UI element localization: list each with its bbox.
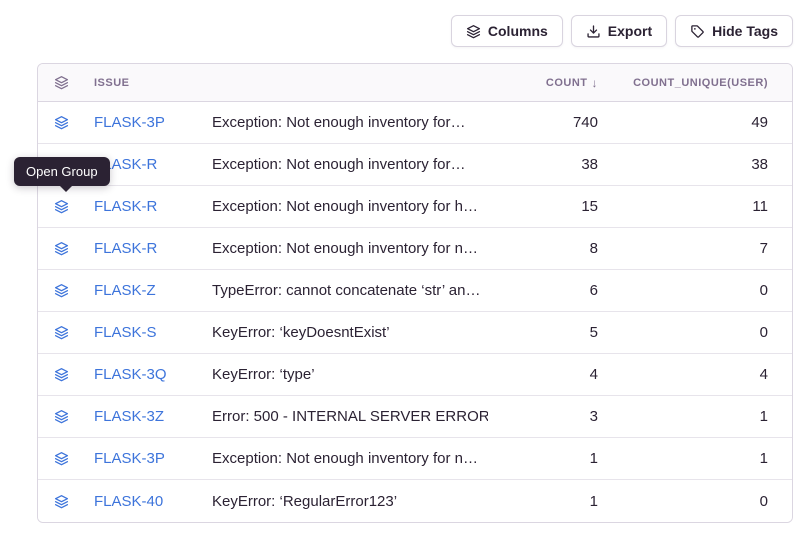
issue-description: Exception: Not enough inventory for h… <box>212 198 488 215</box>
table-row: FLASK-3P Exception: Not enough inventory… <box>38 102 792 144</box>
count-unique-column-header[interactable]: COUNT_UNIQUE(USER) <box>598 77 768 89</box>
hide-tags-button[interactable]: Hide Tags <box>675 15 793 47</box>
issue-description: Exception: Not enough inventory for n… <box>212 450 488 467</box>
table-body: FLASK-3P Exception: Not enough inventory… <box>38 102 792 522</box>
issue-link[interactable]: FLASK-Z <box>94 282 212 299</box>
export-button[interactable]: Export <box>571 15 667 47</box>
issue-icon-cell <box>54 115 94 130</box>
count-value: 8 <box>488 240 598 257</box>
open-group-tooltip: Open Group <box>14 157 110 186</box>
table-row: FLASK-3P Exception: Not enough inventory… <box>38 438 792 480</box>
issues-table-page: Columns Export Hide Tags ISSUE COU <box>0 0 807 523</box>
layers-icon[interactable] <box>54 451 69 466</box>
count-value: 1 <box>488 450 598 467</box>
table-row: FLASK-R Exception: Not enough inventory … <box>38 144 792 186</box>
layers-icon[interactable] <box>54 325 69 340</box>
issue-link[interactable]: FLASK-3P <box>94 450 212 467</box>
table-row: FLASK-S KeyError: ‘keyDoesntExist’ 5 0 <box>38 312 792 354</box>
tooltip-label: Open Group <box>26 164 98 179</box>
issue-link[interactable]: FLASK-R <box>94 156 212 173</box>
issue-icon-cell <box>54 494 94 509</box>
issue-icon-cell <box>54 451 94 466</box>
layers-icon <box>54 75 69 90</box>
columns-button[interactable]: Columns <box>451 15 563 47</box>
issue-description: KeyError: ‘keyDoesntExist’ <box>212 324 488 341</box>
issue-description: TypeError: cannot concatenate ‘str’ an… <box>212 282 488 299</box>
count-value: 1 <box>488 493 598 510</box>
issue-description: Exception: Not enough inventory for… <box>212 156 488 173</box>
count-unique-value: 0 <box>598 324 768 341</box>
hide-tags-button-label: Hide Tags <box>712 23 778 39</box>
count-unique-value: 0 <box>598 282 768 299</box>
count-unique-value: 4 <box>598 366 768 383</box>
table-row: FLASK-3Z Error: 500 - INTERNAL SERVER ER… <box>38 396 792 438</box>
count-value: 4 <box>488 366 598 383</box>
issue-link[interactable]: FLASK-S <box>94 324 212 341</box>
table-row: FLASK-Z TypeError: cannot concatenate ‘s… <box>38 270 792 312</box>
issue-link[interactable]: FLASK-3Q <box>94 366 212 383</box>
download-icon <box>586 24 601 39</box>
layers-icon[interactable] <box>54 283 69 298</box>
table-row: FLASK-R Exception: Not enough inventory … <box>38 186 792 228</box>
count-value: 3 <box>488 408 598 425</box>
layers-icon[interactable] <box>54 409 69 424</box>
issue-icon-cell <box>54 325 94 340</box>
export-button-label: Export <box>608 23 652 39</box>
columns-button-label: Columns <box>488 23 548 39</box>
layers-icon[interactable] <box>54 199 69 214</box>
issue-description: Exception: Not enough inventory for… <box>212 114 488 131</box>
table-row: FLASK-40 KeyError: ‘RegularError123’ 1 0 <box>38 480 792 522</box>
count-header-label: COUNT <box>546 77 588 89</box>
issue-link[interactable]: FLASK-3Z <box>94 408 212 425</box>
layers-icon[interactable] <box>54 367 69 382</box>
layers-icon <box>466 24 481 39</box>
count-value: 15 <box>488 198 598 215</box>
issue-link[interactable]: FLASK-R <box>94 198 212 215</box>
count-unique-value: 1 <box>598 408 768 425</box>
tag-icon <box>690 24 705 39</box>
issue-column-header[interactable]: ISSUE <box>94 77 212 89</box>
count-column-header[interactable]: COUNT ↓ <box>488 76 598 90</box>
layers-icon[interactable] <box>54 241 69 256</box>
issue-description: Exception: Not enough inventory for n… <box>212 240 488 257</box>
issue-description: KeyError: ‘RegularError123’ <box>212 493 488 510</box>
count-unique-value: 38 <box>598 156 768 173</box>
issue-icon-cell <box>54 241 94 256</box>
issue-link[interactable]: FLASK-R <box>94 240 212 257</box>
count-value: 6 <box>488 282 598 299</box>
issue-description: KeyError: ‘type’ <box>212 366 488 383</box>
table-row: FLASK-R Exception: Not enough inventory … <box>38 228 792 270</box>
issue-icon-cell <box>54 367 94 382</box>
issue-icon-cell <box>54 409 94 424</box>
issue-link[interactable]: FLASK-40 <box>94 493 212 510</box>
issue-link[interactable]: FLASK-3P <box>94 114 212 131</box>
issue-header-icon-cell <box>54 75 94 90</box>
issue-icon-cell <box>54 199 94 214</box>
issue-icon-cell <box>54 283 94 298</box>
table-row: FLASK-3Q KeyError: ‘type’ 4 4 <box>38 354 792 396</box>
count-unique-value: 49 <box>598 114 768 131</box>
count-value: 740 <box>488 114 598 131</box>
count-value: 5 <box>488 324 598 341</box>
count-unique-value: 1 <box>598 450 768 467</box>
table-header-row: ISSUE COUNT ↓ COUNT_UNIQUE(USER) <box>38 64 792 102</box>
count-value: 38 <box>488 156 598 173</box>
issue-description: Error: 500 - INTERNAL SERVER ERROR <box>212 408 488 425</box>
count-unique-value: 0 <box>598 493 768 510</box>
layers-icon[interactable] <box>54 494 69 509</box>
count-unique-value: 7 <box>598 240 768 257</box>
layers-icon[interactable] <box>54 115 69 130</box>
table-toolbar: Columns Export Hide Tags <box>37 15 793 47</box>
issues-table: ISSUE COUNT ↓ COUNT_UNIQUE(USER) FLASK-3… <box>37 63 793 523</box>
count-unique-value: 11 <box>598 198 768 215</box>
